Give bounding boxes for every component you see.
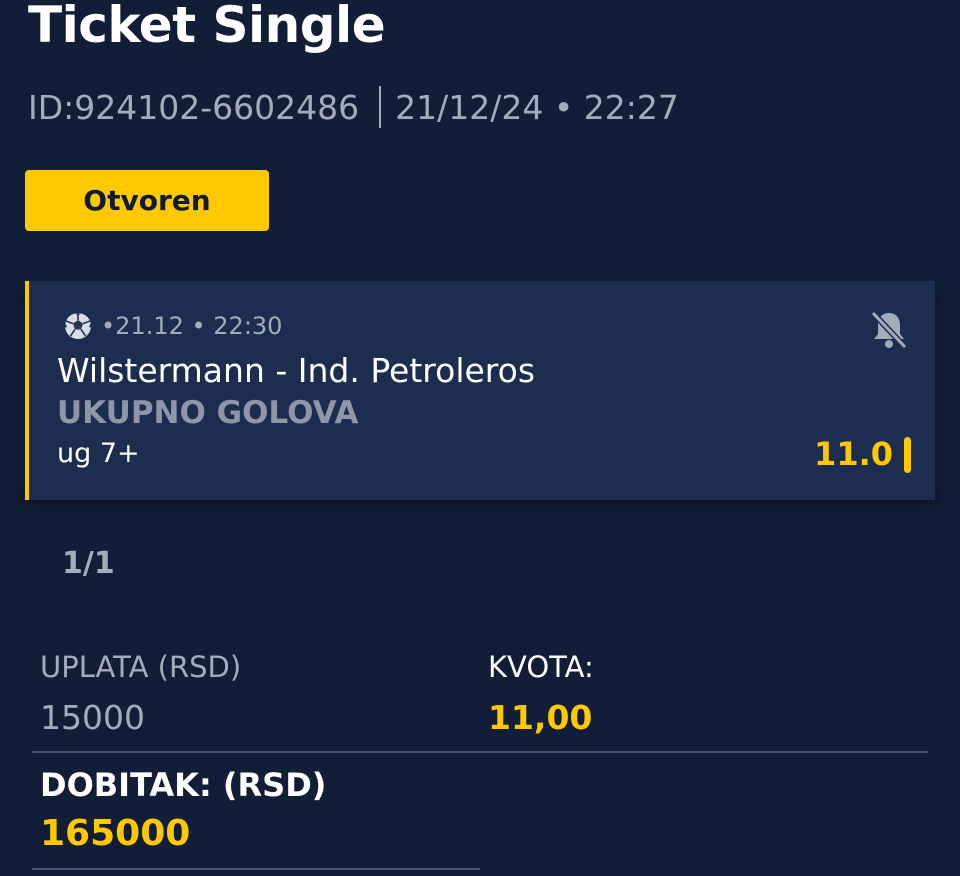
bell-off-icon[interactable]	[867, 307, 911, 351]
event-meta: •21.12 • 22:30	[63, 311, 282, 341]
total-odds-value: 11,00	[488, 698, 593, 737]
ticket-datetime: 21/12/24 • 22:27	[395, 87, 679, 127]
bet-card[interactable]: •21.12 • 22:30 Wilstermann - Ind. Petrol…	[25, 281, 935, 500]
meta-divider	[379, 86, 382, 128]
match-name: Wilstermann - Ind. Petroleros	[57, 351, 536, 390]
payout-label: DOBITAK: (RSD)	[40, 766, 327, 804]
page-title: Ticket Single	[28, 0, 386, 54]
divider	[32, 868, 480, 870]
stake-label: UPLATA (RSD)	[40, 650, 242, 684]
stake-value: 15000	[40, 698, 145, 737]
market-name: UKUPNO GOLOVA	[57, 395, 359, 431]
selection-pick: ug 7+	[57, 438, 140, 469]
total-odds-label: KVOTA:	[488, 650, 594, 684]
ticket-meta: ID:924102-6602486 21/12/24 • 22:27	[28, 86, 679, 128]
event-datetime: •21.12 • 22:30	[101, 312, 283, 340]
selection-odd: 11.0	[814, 435, 893, 473]
odd-indicator	[904, 437, 911, 473]
payout-value: 165000	[40, 813, 191, 854]
status-badge: Otvoren	[25, 170, 269, 231]
soccer-ball-icon	[64, 313, 92, 339]
pagination-counter: 1/1	[62, 546, 115, 581]
divider	[32, 751, 928, 753]
ticket-id: ID:924102-6602486	[28, 87, 360, 127]
